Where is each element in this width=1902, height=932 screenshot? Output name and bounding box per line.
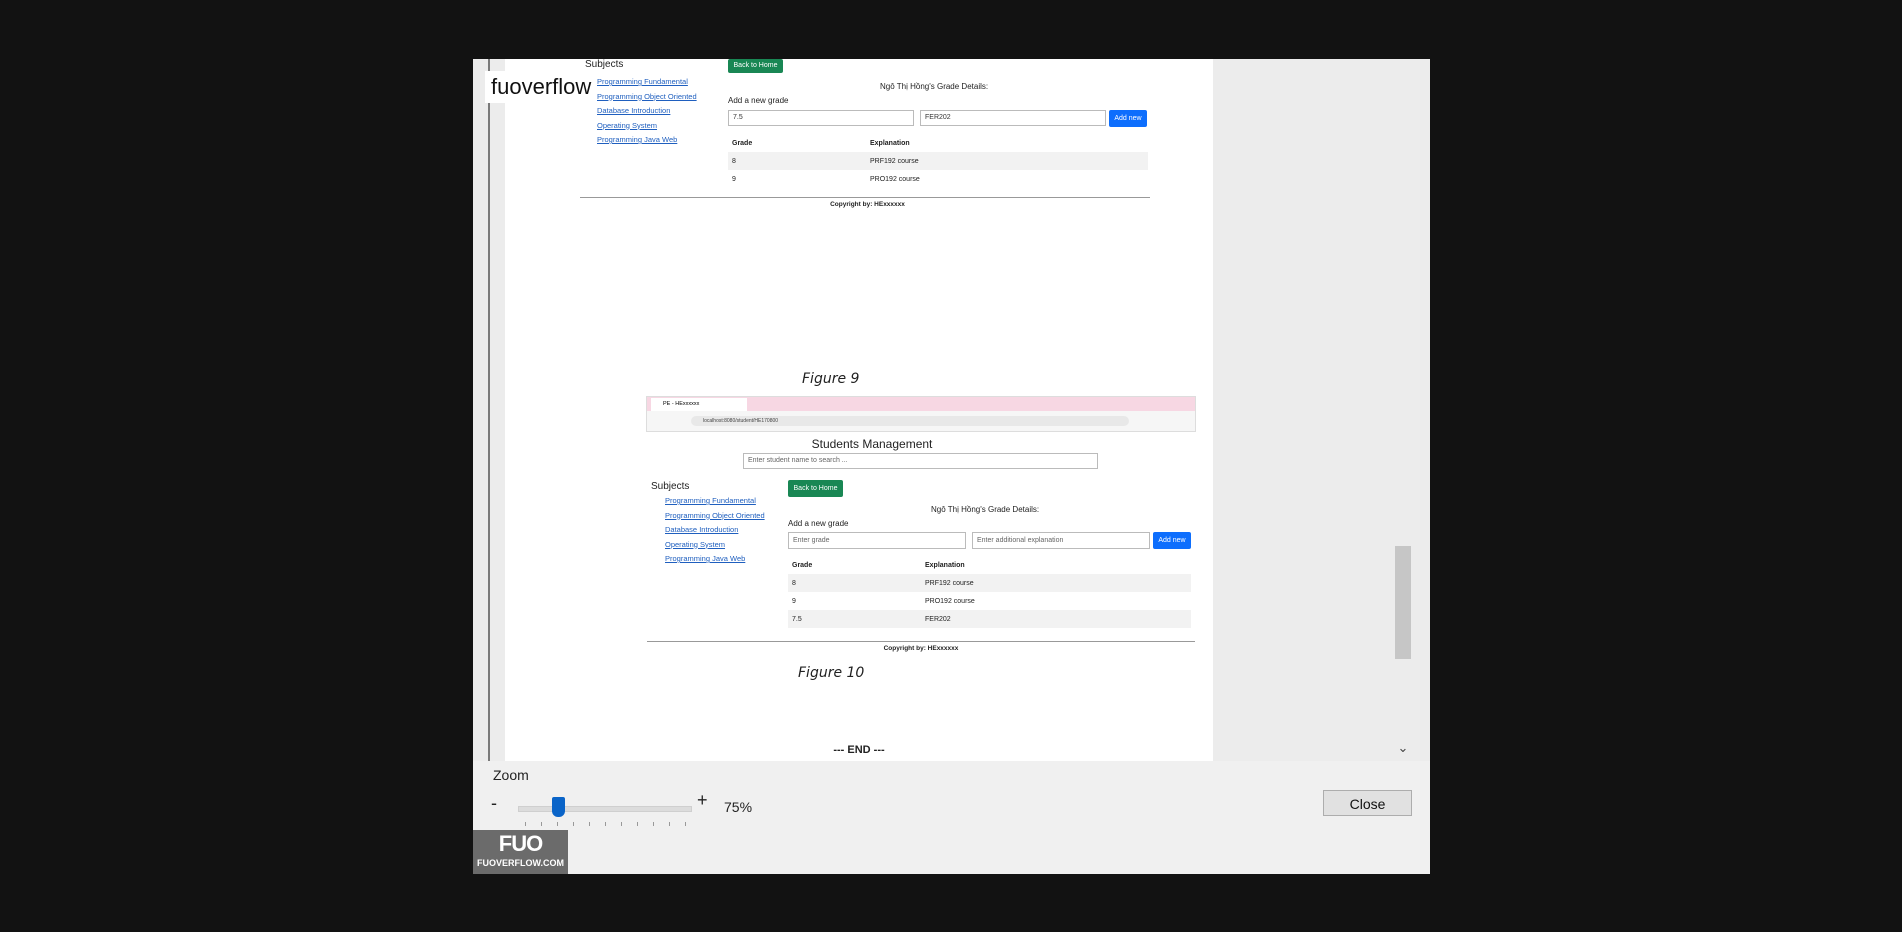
zoom-in-button[interactable]: + — [697, 790, 708, 811]
subject-link[interactable]: Database Introduction — [597, 106, 697, 115]
logo-mark: FUO — [498, 831, 543, 856]
table-row: 8 PRF192 course — [728, 152, 1148, 170]
add-new-button[interactable]: Add new — [1109, 110, 1147, 127]
grade-cell: 7.5 — [788, 610, 921, 628]
zoom-tick — [637, 822, 638, 826]
zoom-out-button[interactable]: - — [491, 793, 497, 814]
explanation-cell: PRO192 course — [925, 597, 975, 605]
zoom-tick — [589, 822, 590, 826]
grade-cell: 9 — [792, 597, 796, 605]
address-bar[interactable]: localhost:8080/student/HE170800 — [691, 416, 1129, 426]
subjects-title: Subjects — [651, 481, 690, 492]
table-row: 8 PRF192 course — [788, 574, 1191, 592]
explanation-cell: FER202 — [921, 610, 1191, 628]
student-search-input[interactable]: Enter student name to search ... — [743, 453, 1098, 469]
add-grade-label: Add a new grade — [728, 96, 789, 105]
footer-divider — [580, 197, 1150, 198]
table-header-row: Grade Explanation — [788, 556, 1191, 574]
subject-link[interactable]: Programming Object Oriented — [597, 92, 697, 101]
explanation-cell: PRO192 course — [870, 175, 920, 183]
table-header-row: Grade Explanation — [728, 134, 1148, 152]
zoom-slider-ticks — [525, 822, 686, 826]
subject-link[interactable]: Programming Fundamental — [665, 496, 765, 505]
figure-9-screenshot: Subjects Programming Fundamental Program… — [580, 59, 1150, 209]
explanation-input[interactable]: Enter additional explanation — [972, 532, 1150, 549]
subjects-title: Subjects — [585, 59, 624, 70]
subjects-list: Programming Fundamental Programming Obje… — [597, 77, 697, 150]
subject-link[interactable]: Programming Object Oriented — [665, 511, 765, 520]
copyright-text: Copyright by: HExxxxxx — [830, 201, 905, 208]
subject-link[interactable]: Programming Java Web — [665, 554, 765, 563]
table-row: 9 PRO192 course — [728, 170, 1148, 188]
grade-details-title: Ngô Thị Hồng's Grade Details: — [931, 505, 1040, 514]
browser-tab-strip: PE - HExxxxxx — [647, 397, 1195, 411]
add-new-button[interactable]: Add new — [1153, 532, 1191, 549]
back-to-home-button[interactable]: Back to Home — [788, 480, 843, 497]
footer-divider — [647, 641, 1195, 642]
back-to-home-button[interactable]: Back to Home — [728, 59, 783, 73]
zoom-tick — [653, 822, 654, 826]
subject-link[interactable]: Programming Java Web — [597, 135, 697, 144]
explanation-column-header: Explanation — [925, 561, 965, 569]
explanation-column-header: Explanation — [870, 139, 910, 147]
copyright-text: Copyright by: HExxxxxx — [883, 645, 959, 652]
zoom-dialog: Subjects Programming Fundamental Program… — [473, 59, 1430, 874]
subjects-list: Programming Fundamental Programming Obje… — [665, 496, 765, 569]
subject-link[interactable]: Programming Fundamental — [597, 77, 697, 86]
scroll-down-arrow-icon[interactable]: ⌄ — [1395, 739, 1411, 757]
grade-input[interactable]: 7.5 — [728, 110, 914, 126]
zoom-tick — [621, 822, 622, 826]
figure-10-screenshot: Students Management Enter student name t… — [647, 437, 1195, 717]
subject-link[interactable]: Operating System — [665, 540, 765, 549]
app-title: Students Management — [811, 437, 933, 451]
grade-cell: 8 — [788, 574, 921, 592]
zoom-tick — [557, 822, 558, 826]
figure-9-caption: Figure 9 — [802, 371, 860, 387]
document-page: Subjects Programming Fundamental Program… — [505, 59, 1213, 761]
scrollbar-thumb[interactable] — [1395, 546, 1411, 659]
logo-text: FUOVERFLOW.COM — [477, 858, 564, 868]
grade-details-title: Ngô Thị Hồng's Grade Details: — [880, 82, 989, 91]
table-row: 9 PRO192 course — [788, 592, 1191, 610]
subject-link[interactable]: Operating System — [597, 121, 697, 130]
fuoverflow-logo: FUO FUOVERFLOW.COM — [473, 830, 568, 874]
add-grade-label: Add a new grade — [788, 519, 849, 528]
fuoverflow-watermark: fuoverflow — [485, 71, 596, 103]
zoom-tick — [605, 822, 606, 826]
figure-10-caption: Figure 10 — [798, 665, 865, 681]
grades-table: Grade Explanation 8 PRF192 course 9 PRO1… — [728, 134, 1148, 188]
zoom-tick — [685, 822, 686, 826]
zoom-tick — [573, 822, 574, 826]
browser-tab[interactable]: PE - HExxxxxx — [651, 398, 747, 411]
end-marker: --- END --- — [833, 744, 885, 756]
grades-table: Grade Explanation 8 PRF192 course 9 PRO1… — [788, 556, 1191, 628]
grade-cell: 8 — [728, 152, 866, 170]
table-row: 7.5 FER202 — [788, 610, 1191, 628]
grade-column-header: Grade — [792, 561, 813, 569]
browser-chrome: PE - HExxxxxx localhost:8080/student/HE1… — [646, 396, 1196, 432]
viewer-left-border — [488, 59, 490, 761]
explanation-cell: PRF192 course — [866, 152, 1148, 170]
zoom-tick — [541, 822, 542, 826]
zoom-tick — [669, 822, 670, 826]
document-viewer[interactable]: Subjects Programming Fundamental Program… — [473, 59, 1430, 761]
close-button[interactable]: Close — [1323, 790, 1412, 816]
explanation-cell: PRF192 course — [921, 574, 1191, 592]
grade-column-header: Grade — [732, 139, 753, 147]
zoom-value: 75% — [724, 799, 753, 815]
zoom-label: Zoom — [493, 767, 529, 783]
explanation-input[interactable]: FER202 — [920, 110, 1106, 126]
zoom-tick — [525, 822, 526, 826]
zoom-slider-thumb[interactable] — [552, 797, 565, 817]
grade-cell: 9 — [732, 175, 736, 183]
subject-link[interactable]: Database Introduction — [665, 525, 765, 534]
zoom-slider-track[interactable] — [518, 806, 692, 812]
grade-input[interactable]: Enter grade — [788, 532, 966, 549]
